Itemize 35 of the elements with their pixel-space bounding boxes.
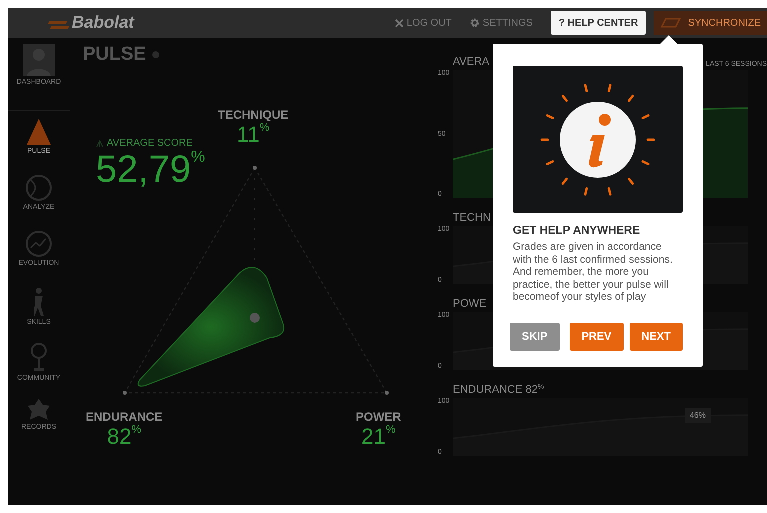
tour-button[interactable]: PREV	[570, 323, 624, 351]
triangle-icon	[96, 140, 104, 148]
chart-circle-icon	[26, 231, 52, 257]
chart-title: AVERA	[453, 56, 490, 68]
header-link[interactable]: LOG OUT	[394, 18, 452, 28]
chart-tooltip: 46%	[684, 408, 711, 423]
axis-value: 82%	[106, 424, 142, 450]
player-icon	[34, 287, 44, 316]
help-center-button[interactable]: ? HELP CENTER	[550, 11, 646, 35]
average-score-value: 52,79%	[96, 149, 206, 192]
header-link[interactable]: SETTINGS	[470, 18, 533, 28]
average-score-label: AVERAGE SCORE	[107, 138, 193, 149]
tour-button[interactable]: NEXT	[630, 323, 683, 351]
settings-icon	[470, 18, 480, 28]
axis-label: POWER	[356, 410, 402, 424]
axis-value: 11%	[236, 122, 271, 148]
help-title: GET HELP ANYWHERE	[513, 225, 642, 237]
page-title: PULSE	[83, 44, 146, 66]
chart-title: POWE	[453, 298, 487, 310]
axis-label: TECHNIQUE	[218, 108, 289, 122]
device-icon	[660, 17, 682, 29]
star-icon	[27, 399, 51, 421]
trophy-icon	[31, 343, 47, 372]
avatar-icon	[23, 44, 55, 76]
ball-icon	[26, 175, 52, 201]
tour-button[interactable]: SKIP	[510, 323, 560, 351]
close-icon	[394, 18, 404, 28]
chart-title: TECHN	[453, 212, 491, 224]
synchronize-button[interactable]: SYNCHRONIZE	[654, 11, 767, 35]
axis-label: ENDURANCE	[86, 410, 163, 424]
axis-value: 21%	[360, 424, 397, 450]
help-text: Grades are given in accordance with the 6 last confirmed sessions. And remember, the more you practice, the better your pulse will becomeof your styles of play	[513, 241, 674, 306]
triangle-icon	[27, 119, 51, 145]
logo-text: Babolat	[72, 13, 134, 33]
info-icon	[152, 51, 160, 59]
